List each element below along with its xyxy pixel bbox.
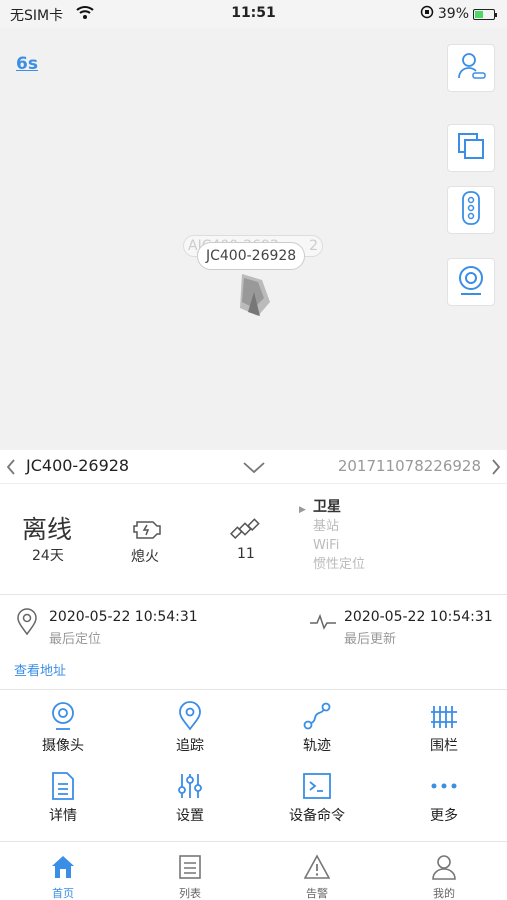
offline-duration: 24天 [32, 548, 64, 564]
last-update-label: 最后更新 [344, 632, 397, 647]
location-pin-icon [16, 608, 38, 640]
device-selector-bar: JC400-26928 201711078226928 [0, 450, 507, 484]
battery-icon [473, 8, 497, 20]
home-icon [52, 856, 74, 878]
more-button[interactable]: 更多 [381, 763, 507, 833]
orientation-lock-icon [420, 5, 434, 23]
more-label: 更多 [430, 808, 458, 824]
tab-list-label: 列表 [179, 887, 201, 900]
location-pin-icon [179, 701, 201, 731]
track-live-button[interactable]: 追踪 [127, 693, 253, 763]
device-command-button[interactable]: 设备命令 [254, 763, 380, 833]
sliders-icon [178, 774, 202, 798]
playback-label: 轨迹 [303, 738, 331, 754]
last-location-time: 2020-05-22 10:54:31 [49, 609, 198, 625]
refresh-countdown[interactable]: 6s [16, 54, 38, 74]
map-view[interactable]: 6s AJC400-26922 JC400-26928 [0, 28, 507, 450]
traffic-button[interactable] [447, 186, 495, 234]
tab-me[interactable]: 我的 [381, 842, 507, 900]
active-mode-arrow-icon: ▶ [299, 505, 306, 515]
mode-satellite: 卫星 [313, 499, 341, 515]
device-imei: 201711078226928 [337, 457, 481, 475]
view-address-link[interactable]: 查看地址 [14, 660, 66, 679]
mode-inertial: 惯性定位 [313, 557, 366, 572]
camera-icon [52, 702, 74, 730]
device-name: JC400-26928 [26, 456, 130, 475]
tab-list[interactable]: 列表 [127, 842, 253, 900]
details-label: 详情 [49, 808, 77, 824]
camera-label: 摄像头 [42, 738, 84, 754]
device-map-label[interactable]: JC400-26928 [197, 242, 306, 270]
battery-percent: 39% [437, 6, 469, 22]
satellite-count: 11 [237, 546, 255, 562]
time-info: 2020-05-22 10:54:31 最后定位 2020-05-22 10:5… [0, 596, 507, 690]
ignition-status: 熄火 [131, 549, 159, 565]
more-icon [431, 783, 457, 789]
traffic-light-icon [461, 191, 481, 229]
last-location-label: 最后定位 [49, 632, 102, 647]
track-icon [303, 702, 331, 730]
collapse-chevron-icon[interactable] [242, 460, 266, 479]
settings-label: 设置 [176, 808, 204, 824]
geofence-label: 围栏 [430, 738, 458, 754]
list-icon [179, 855, 201, 879]
engine-icon [132, 516, 162, 544]
pulse-icon [309, 613, 337, 634]
online-state: 离线 [22, 515, 73, 544]
user-vehicle-button[interactable] [447, 44, 495, 92]
geofence-button[interactable]: 围栏 [381, 693, 507, 763]
prev-device-icon[interactable] [6, 458, 16, 480]
vehicle-marker-icon[interactable] [236, 272, 272, 322]
user-icon [432, 855, 456, 880]
tab-home-label: 首页 [52, 887, 74, 900]
action-grid: 摄像头 追踪 轨迹 围栏 详情 设置 设备命令 更多 [0, 693, 507, 838]
playback-button[interactable]: 轨迹 [254, 693, 380, 763]
layers-icon [456, 131, 486, 165]
settings-button[interactable]: 设置 [127, 763, 253, 833]
mode-wifi: WiFi [313, 538, 340, 553]
last-update-time: 2020-05-22 10:54:31 [344, 609, 493, 625]
document-icon [52, 772, 74, 800]
status-bar: 无SIM卡 11:51 39% [0, 0, 507, 28]
fence-icon [431, 706, 457, 728]
details-button[interactable]: 详情 [0, 763, 126, 833]
warning-icon [304, 854, 330, 879]
device-status-panel: 离线 24天 熄火 11 ▶ 卫星 基站 WiFi 惯性定位 [0, 490, 507, 595]
mode-base-station: 基站 [313, 519, 340, 534]
device-command-label: 设备命令 [289, 808, 345, 824]
tab-alerts[interactable]: 告警 [254, 842, 380, 900]
track-live-label: 追踪 [176, 738, 204, 754]
camera-button[interactable]: 摄像头 [0, 693, 126, 763]
positioning-modes: ▶ 卫星 基站 WiFi 惯性定位 [299, 498, 366, 574]
layers-button[interactable] [447, 124, 495, 172]
bottom-tab-bar: 首页 列表 告警 我的 [0, 841, 507, 900]
satellite-icon [229, 514, 260, 548]
next-device-icon[interactable] [491, 458, 501, 480]
webcam-icon [455, 264, 487, 300]
tab-home[interactable]: 首页 [0, 842, 126, 900]
person-vehicle-icon [456, 51, 486, 85]
street-view-button[interactable] [447, 258, 495, 306]
terminal-icon [303, 773, 331, 799]
tab-alerts-label: 告警 [306, 887, 328, 900]
tab-me-label: 我的 [433, 887, 455, 900]
